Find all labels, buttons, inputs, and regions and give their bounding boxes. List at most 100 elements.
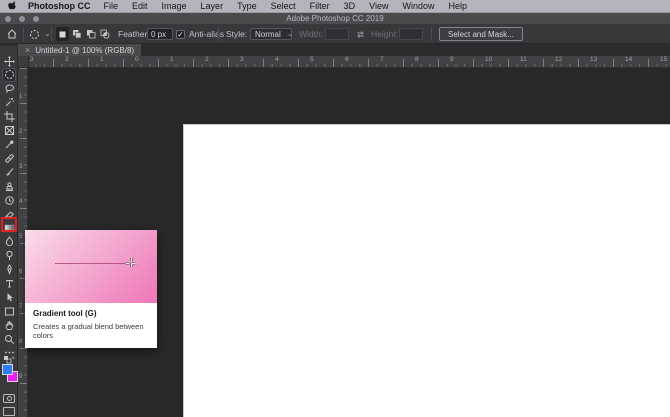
ruler-label: 7 [380, 56, 384, 63]
menu-view[interactable]: View [362, 0, 395, 13]
ruler-label: 6 [345, 56, 349, 63]
default-colors-icon[interactable] [3, 352, 15, 362]
menu-image[interactable]: Image [155, 0, 194, 13]
ruler-label: 6 [19, 269, 22, 275]
style-dropdown[interactable]: Normal ⌄ [250, 28, 292, 40]
tool-hand[interactable] [3, 319, 15, 331]
foreground-color-swatch[interactable] [2, 364, 13, 375]
tool-frame[interactable] [3, 125, 15, 137]
ruler-label: 13 [590, 56, 597, 63]
tool-eyedropper[interactable] [3, 138, 15, 150]
separator [23, 27, 24, 41]
feather-input[interactable] [147, 28, 173, 40]
ruler-label: 4 [19, 199, 22, 205]
tool-pen[interactable] [3, 264, 15, 276]
tool-dodge[interactable] [3, 250, 15, 262]
ruler-label: 2 [65, 56, 69, 63]
tool-type[interactable] [3, 277, 15, 289]
ruler-label: 15 [660, 56, 667, 63]
new-selection-mode-button[interactable] [56, 27, 69, 41]
menu-filter[interactable]: Filter [303, 0, 337, 13]
ruler-label: 4 [275, 56, 279, 63]
apple-logo-icon[interactable] [8, 1, 18, 12]
menu-layer[interactable]: Layer [194, 0, 231, 13]
subtract-from-selection-mode-button[interactable] [84, 27, 97, 41]
tooltip-gradient-preview [25, 230, 157, 303]
ruler-label: 12 [555, 56, 562, 63]
quick-mask-button[interactable] [3, 394, 15, 403]
ruler-label: 3 [240, 56, 244, 63]
height-label: Height: [371, 24, 398, 44]
document-canvas[interactable] [183, 124, 670, 417]
add-to-selection-mode-button[interactable] [70, 27, 83, 41]
tool-preset-picker[interactable]: ⌄ [29, 24, 51, 44]
chevron-down-icon: ⌄ [287, 31, 294, 37]
height-input[interactable] [399, 28, 423, 40]
intersect-selection-mode-button[interactable] [98, 27, 111, 41]
ruler-label: 5 [19, 234, 22, 240]
ruler-label: 8 [19, 339, 22, 345]
menu-app-name[interactable]: Photoshop CC [28, 1, 91, 11]
menu-type[interactable]: Type [230, 0, 264, 13]
crosshair-cursor-icon [125, 257, 138, 270]
separator [218, 27, 219, 41]
width-input[interactable] [325, 28, 349, 40]
quick-mask-icon [7, 396, 12, 401]
tool-brush[interactable] [3, 166, 15, 178]
menu-file[interactable]: File [97, 0, 126, 13]
window-title: Adobe Photoshop CC 2019 [0, 13, 670, 24]
menu-select[interactable]: Select [264, 0, 303, 13]
ruler-label: 2 [19, 129, 22, 135]
ruler-label: 5 [310, 56, 314, 63]
style-label: Style: [226, 24, 247, 44]
menu-edit[interactable]: Edit [125, 0, 155, 13]
color-swatches [2, 364, 17, 388]
document-tab[interactable]: × Untitled-1 @ 100% (RGB/8) [18, 44, 141, 56]
tool-clone-stamp[interactable] [3, 180, 15, 192]
home-icon[interactable] [6, 24, 18, 44]
horizontal-ruler[interactable]: 3210123456789101112131415 [18, 56, 670, 68]
ruler-corner [18, 56, 29, 68]
menu-window[interactable]: Window [395, 0, 441, 13]
tool-history-brush[interactable] [3, 194, 15, 206]
ruler-label: 0 [135, 56, 139, 63]
ruler-label: 9 [19, 374, 22, 380]
macos-menu-bar: Photoshop CC FileEditImageLayerTypeSelec… [0, 0, 670, 13]
gradient-demo-line [55, 263, 131, 264]
ruler-label: 1 [170, 56, 174, 63]
tooltip-description: Creates a gradual blend between colors [33, 322, 149, 340]
close-tab-icon[interactable]: × [25, 45, 30, 55]
window-title-bar: Adobe Photoshop CC 2019 [0, 13, 670, 24]
ruler-label: 3 [19, 164, 22, 170]
tool-zoom[interactable] [3, 333, 15, 345]
tool-healing-brush[interactable] [3, 152, 15, 164]
tool-blur[interactable] [3, 236, 15, 248]
tool-tooltip: Gradient tool (G) Creates a gradual blen… [25, 230, 157, 348]
style-value: Normal [255, 30, 281, 39]
swap-dimensions-icon[interactable] [355, 24, 366, 44]
ruler-label: 8 [415, 56, 419, 63]
menu-3d[interactable]: 3D [337, 0, 363, 13]
tool-magic-wand[interactable] [3, 97, 15, 109]
ruler-label: 7 [19, 304, 22, 310]
feather-label: Feather: [118, 24, 150, 44]
width-label: Width: [299, 24, 323, 44]
screen-mode-button[interactable] [3, 407, 15, 416]
menu-help[interactable]: Help [441, 0, 474, 13]
separator [431, 27, 432, 41]
tooltip-title: Gradient tool (G) [33, 309, 149, 318]
ruler-label: 1 [19, 94, 22, 100]
document-tab-title: Untitled-1 @ 100% (RGB/8) [35, 46, 134, 55]
tool-lasso[interactable] [3, 83, 15, 95]
tool-path-selection[interactable] [3, 291, 15, 303]
tool-move[interactable] [3, 55, 15, 67]
tool-rectangle[interactable] [3, 305, 15, 317]
select-and-mask-button[interactable]: Select and Mask... [439, 27, 523, 41]
ruler-label: 14 [625, 56, 632, 63]
tool-marquee[interactable] [3, 69, 15, 81]
tooltip-caption: Gradient tool (G) Creates a gradual blen… [25, 303, 157, 348]
tool-crop[interactable] [3, 111, 15, 123]
document-tab-bar: × Untitled-1 @ 100% (RGB/8) [0, 44, 670, 56]
marquee-preset-icon [29, 29, 40, 40]
anti-alias-checkbox[interactable]: ✓ [176, 30, 185, 39]
